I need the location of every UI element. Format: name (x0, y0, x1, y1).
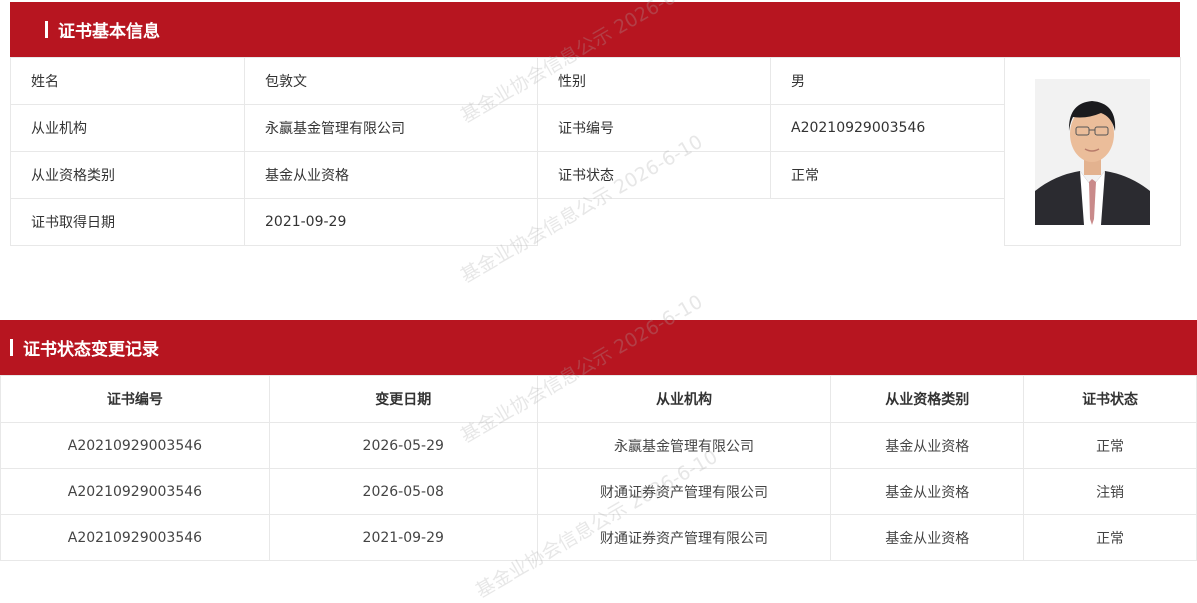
cell-status: 注销 (1023, 468, 1197, 515)
table-row: A20210929003546 2026-05-29 永赢基金管理有限公司 基金… (0, 422, 1197, 469)
col-qualification: 从业资格类别 (830, 375, 1025, 423)
cert-status-label: 证书状态 (537, 151, 771, 199)
cell-cert-no: A20210929003546 (0, 514, 270, 561)
history-title: 证书状态变更记录 (23, 340, 159, 360)
cell-org: 财通证券资产管理有限公司 (536, 468, 832, 515)
cell-change-date: 2026-05-08 (268, 468, 538, 515)
col-cert-no: 证书编号 (0, 375, 270, 423)
table-row: A20210929003546 2021-09-29 财通证券资产管理有限公司 … (0, 514, 1197, 561)
history-header-row: 证书编号 变更日期 从业机构 从业资格类别 证书状态 (0, 375, 1197, 423)
basic-info-title: 证书基本信息 (58, 22, 160, 42)
gender-label: 性别 (537, 57, 771, 105)
header-accent-bar (10, 339, 13, 356)
cell-change-date: 2021-09-29 (268, 514, 538, 561)
name-label: 姓名 (10, 57, 245, 105)
col-change-date: 变更日期 (268, 375, 538, 423)
cell-status: 正常 (1023, 514, 1197, 561)
col-status: 证书状态 (1023, 375, 1197, 423)
empty-cell (538, 199, 1005, 246)
cert-date-label: 证书取得日期 (10, 198, 245, 246)
cell-qualification: 基金从业资格 (830, 422, 1025, 469)
name-value: 包敦文 (244, 57, 538, 105)
cell-qualification: 基金从业资格 (830, 514, 1025, 561)
cell-status: 正常 (1023, 422, 1197, 469)
org-label: 从业机构 (10, 104, 245, 152)
cert-status-value: 正常 (770, 151, 1005, 199)
qualification-value: 基金从业资格 (244, 151, 538, 199)
basic-info-table: 姓名 包敦文 性别 男 从业机构 永赢基金管理有限公司 证书编号 A202109… (10, 57, 1181, 246)
photo-cell (1004, 57, 1181, 246)
org-value: 永赢基金管理有限公司 (244, 104, 538, 152)
table-row: A20210929003546 2026-05-08 财通证券资产管理有限公司 … (0, 468, 1197, 515)
info-row-name: 姓名 包敦文 性别 男 (10, 57, 1181, 246)
history-table: 证书编号 变更日期 从业机构 从业资格类别 证书状态 A202109290035… (0, 375, 1197, 561)
cell-org: 财通证券资产管理有限公司 (536, 514, 832, 561)
basic-info-header: 证书基本信息 (10, 2, 1180, 57)
col-org: 从业机构 (536, 375, 832, 423)
cell-qualification: 基金从业资格 (830, 468, 1025, 515)
cell-cert-no: A20210929003546 (0, 468, 270, 515)
cert-no-label: 证书编号 (537, 104, 771, 152)
qualification-label: 从业资格类别 (10, 151, 245, 199)
history-header: 证书状态变更记录 (0, 320, 1197, 375)
person-photo (1035, 78, 1150, 225)
cert-date-value: 2021-09-29 (244, 198, 538, 246)
cert-no-value: A20210929003546 (770, 104, 1005, 152)
header-accent-bar (45, 21, 48, 38)
cell-cert-no: A20210929003546 (0, 422, 270, 469)
cell-org: 永赢基金管理有限公司 (536, 422, 832, 469)
gender-value: 男 (770, 57, 1005, 105)
cell-change-date: 2026-05-29 (268, 422, 538, 469)
